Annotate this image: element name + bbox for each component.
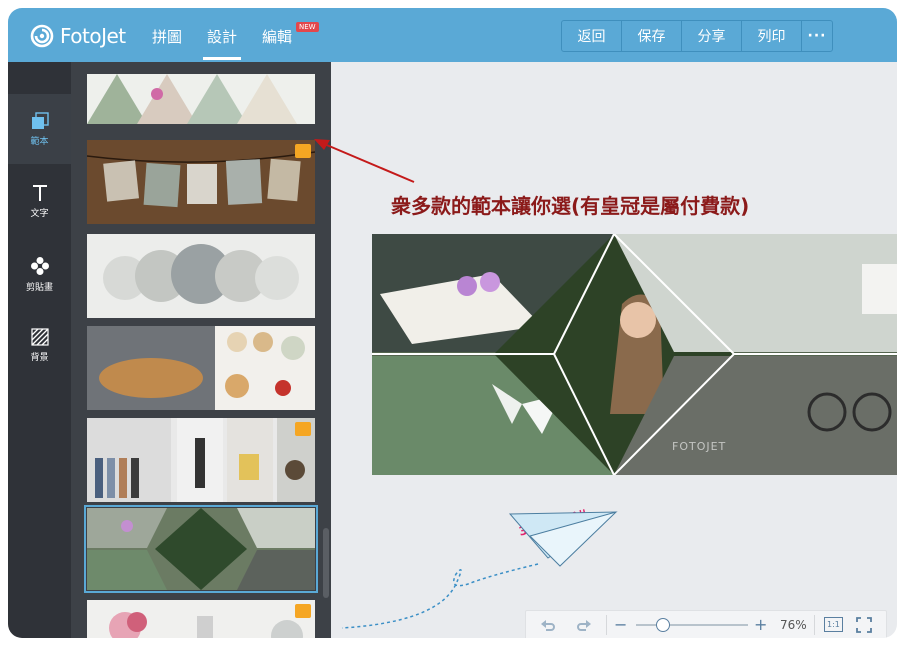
premium-crown-icon [295, 422, 311, 436]
tool-label: 背景 [30, 353, 49, 363]
zoom-slider[interactable] [636, 624, 748, 626]
tool-templates[interactable]: 範本 [8, 94, 71, 164]
fullscreen-icon[interactable] [856, 617, 872, 633]
template-thumbnail[interactable] [87, 234, 315, 318]
logo[interactable]: FotoJet [30, 22, 126, 50]
tool-label: 範本 [30, 137, 49, 147]
nav-edit[interactable]: 編輯 [262, 26, 292, 47]
undo-icon[interactable] [540, 617, 556, 633]
template-thumbnail[interactable] [87, 74, 315, 124]
print-button[interactable]: 列印 [742, 21, 802, 51]
tool-sidebar: 範本 文字 剪貼畫 背景 [8, 62, 71, 638]
tool-text[interactable]: 文字 [8, 166, 71, 236]
template-thumbnail[interactable] [87, 418, 315, 502]
zoom-in-button[interactable]: + [754, 615, 767, 634]
zoom-value: 76% [780, 618, 807, 632]
fotojet-logo-icon [30, 24, 54, 48]
annotation-text: 衆多款的範本讓你選(有皇冠是屬付費款) [391, 194, 750, 218]
annotation-arrow [314, 139, 415, 183]
tool-background[interactable]: 背景 [8, 310, 71, 380]
text-icon [32, 185, 47, 201]
template-thumbnail[interactable] [87, 140, 315, 224]
share-button[interactable]: 分享 [682, 21, 742, 51]
divider [606, 615, 607, 635]
canvas-watermark: FOTOJET [672, 440, 727, 453]
template-thumbnail-selected[interactable] [84, 505, 318, 593]
action-group: 返回 保存 分享 列印 ··· [561, 20, 833, 52]
more-button[interactable]: ··· [802, 21, 832, 51]
template-panel [71, 62, 331, 638]
zoom-toolbar: − + 76% 1:1 [525, 610, 887, 638]
save-button[interactable]: 保存 [622, 21, 682, 51]
template-thumbnail[interactable] [87, 600, 315, 638]
tool-label: 剪貼畫 [25, 283, 53, 293]
redo-icon[interactable] [576, 617, 592, 633]
zoom-out-button[interactable]: − [614, 615, 627, 634]
clipart-icon [30, 257, 49, 275]
divider [814, 615, 815, 635]
new-badge: NEW [296, 22, 319, 32]
nav-collage[interactable]: 拼圖 [152, 26, 182, 47]
design-canvas[interactable]: FOTOJET [372, 234, 897, 475]
logo-text: FotoJet [60, 24, 126, 48]
fit-to-actual-button[interactable]: 1:1 [824, 617, 843, 632]
template-thumbnail[interactable] [87, 326, 315, 410]
top-bar: FotoJet 拼圖 設計 編輯 NEW 返回 保存 分享 列印 ··· [8, 8, 897, 62]
tool-label: 文字 [30, 209, 49, 219]
app-window: FotoJet 拼圖 設計 編輯 NEW 返回 保存 分享 列印 ··· 範本 … [8, 8, 897, 638]
back-button[interactable]: 返回 [562, 21, 622, 51]
background-icon [30, 328, 49, 346]
premium-crown-icon [295, 604, 311, 618]
nav-design[interactable]: 設計 [202, 26, 242, 60]
template-icon [31, 112, 49, 129]
zoom-slider-handle[interactable] [656, 618, 670, 632]
tool-clipart[interactable]: 剪貼畫 [8, 238, 71, 308]
panel-scrollbar[interactable] [323, 528, 329, 598]
